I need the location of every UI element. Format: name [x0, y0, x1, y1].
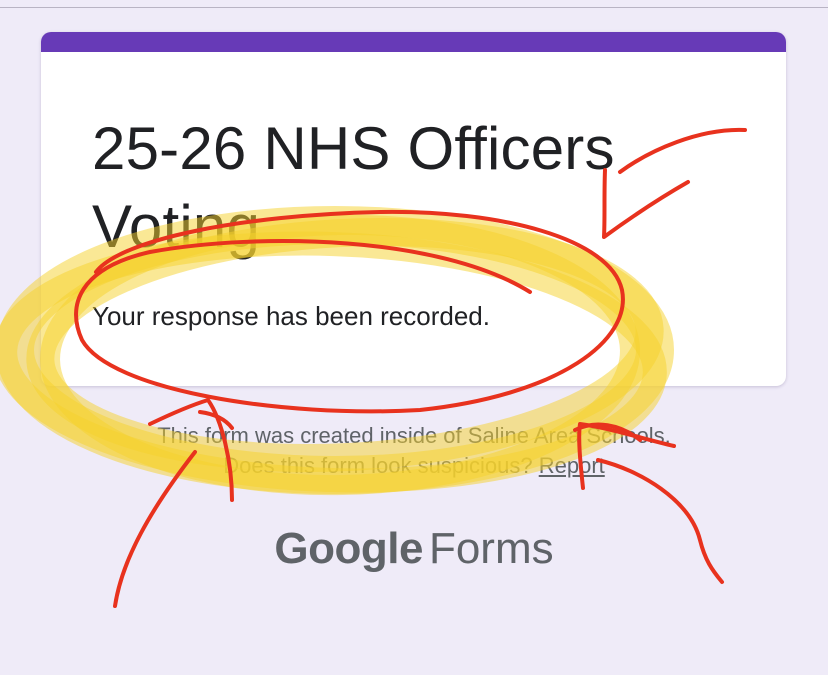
form-confirmation-card: 25-26 NHS Officers Voting Your response …: [41, 32, 786, 386]
suspicious-prompt: Does this form look suspicious?: [223, 453, 533, 478]
suspicious-notice: Does this form look suspicious? Report: [0, 451, 828, 481]
confirmation-message: Your response has been recorded.: [92, 301, 490, 331]
created-inside-notice: This form was created inside of Saline A…: [157, 423, 671, 448]
brand-google-text: Google: [274, 524, 423, 573]
google-forms-logo[interactable]: Google Forms: [0, 520, 828, 578]
card-accent-bar: [41, 32, 786, 52]
form-title: 25-26 NHS Officers Voting: [92, 115, 615, 260]
form-footer: This form was created inside of Saline A…: [0, 421, 828, 481]
brand-forms-text: Forms: [428, 524, 554, 573]
top-divider: [0, 7, 828, 8]
report-link[interactable]: Report: [539, 453, 605, 478]
